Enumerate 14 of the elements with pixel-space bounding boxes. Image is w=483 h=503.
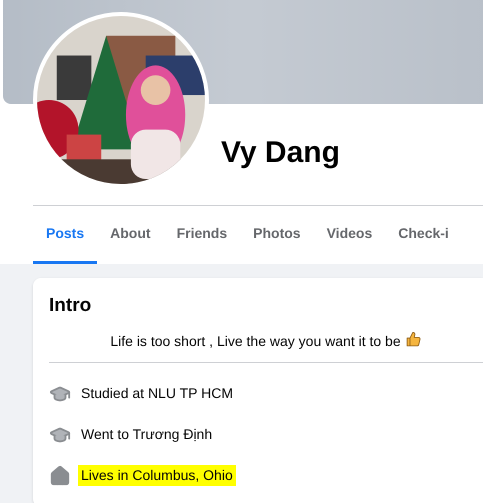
profile-tab[interactable]: Photos [240,206,314,264]
profile-name: Vy Dang [221,135,340,171]
thumbs-up-icon [404,330,422,348]
intro-title: Intro [49,294,92,318]
profile-tab[interactable]: Videos [314,206,386,264]
intro-detail: Studied at NLU TP HCM [81,384,233,403]
profile-tab[interactable]: Check-i [385,206,462,264]
profile-tab[interactable]: Friends [164,206,240,264]
profile-tab[interactable]: Posts [33,206,98,264]
intro-detail: Went to Trương Định [81,425,212,444]
intro-detail: Lives in Columbus, Ohio [78,465,236,486]
house-icon [49,464,71,486]
profile-tab[interactable]: About [97,206,164,264]
bio-text: Life is too short , Live the way you want it to be [49,330,483,362]
